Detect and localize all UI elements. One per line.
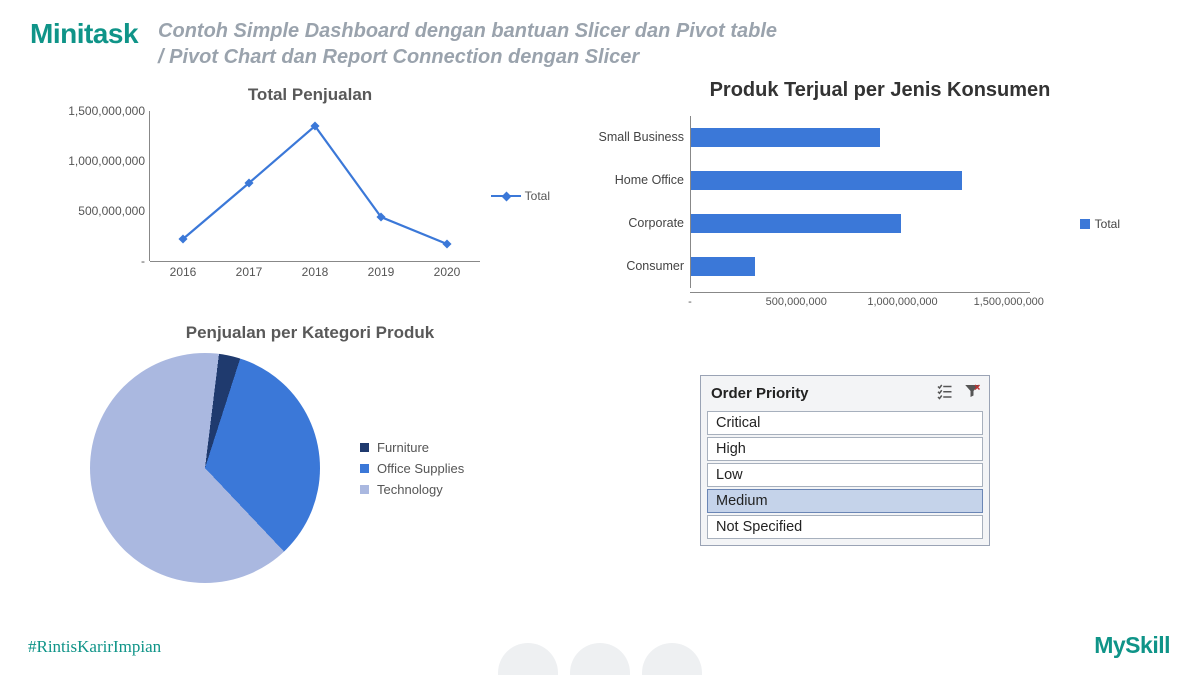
bar-xtick: 500,000,000 — [766, 296, 827, 308]
legend-label: Technology — [377, 482, 443, 497]
multiselect-icon[interactable] — [935, 382, 953, 405]
line-ytick: - — [45, 254, 145, 268]
line-xtick: 2020 — [414, 262, 480, 281]
bar-xtick: - — [688, 296, 692, 308]
pie-legend-item: Furniture — [360, 440, 464, 455]
footer-brand: MySkill — [1094, 632, 1170, 659]
pie-graphic — [90, 353, 320, 583]
slicer-item-not-specified[interactable]: Not Specified — [707, 515, 983, 539]
line-xtick: 2018 — [282, 262, 348, 281]
legend-swatch — [360, 443, 369, 452]
bar-segment — [691, 214, 901, 233]
line-chart-total-penjualan: Total Penjualan -500,000,0001,000,000,00… — [50, 85, 570, 305]
pie-legend-item: Technology — [360, 482, 464, 497]
legend-label: Furniture — [377, 440, 429, 455]
line-xtick: 2019 — [348, 262, 414, 281]
slicer-item-critical[interactable]: Critical — [707, 411, 983, 435]
brand-logo: Minitask — [30, 18, 138, 50]
bar-category-label: Home Office — [590, 159, 690, 202]
pie-chart-legend: Furniture Office Supplies Technology — [360, 434, 464, 503]
line-ytick: 1,500,000,000 — [45, 104, 145, 118]
pie-chart-title: Penjualan per Kategori Produk — [50, 323, 570, 343]
bar-xtick: 1,000,000,000 — [867, 296, 937, 308]
bar-segment — [691, 171, 962, 190]
hashtag: #RintisKarirImpian — [28, 637, 161, 657]
bar-category-label: Small Business — [590, 116, 690, 159]
legend-label: Office Supplies — [377, 461, 464, 476]
legend-swatch — [360, 464, 369, 473]
clear-filter-icon[interactable] — [963, 382, 981, 405]
bar-chart-title: Produk Terjual per Jenis Konsumen — [590, 79, 1170, 102]
bar-segment — [691, 257, 755, 276]
bar-chart-legend: Total — [1080, 217, 1120, 231]
line-chart-legend: Total — [491, 189, 550, 203]
page-subtitle: Contoh Simple Dashboard dengan bantuan S… — [158, 18, 778, 70]
bar-xtick: 1,500,000,000 — [974, 296, 1044, 308]
line-xtick: 2017 — [216, 262, 282, 281]
bar-chart-produk-terjual: Produk Terjual per Jenis Konsumen Small … — [590, 79, 1170, 339]
line-ytick: 500,000,000 — [45, 204, 145, 218]
footer-decoration — [498, 643, 702, 675]
pie-chart-kategori-produk: Penjualan per Kategori Produk Furniture O… — [50, 323, 570, 623]
legend-swatch — [360, 485, 369, 494]
slicer-item-medium[interactable]: Medium — [707, 489, 983, 513]
slicer-order-priority[interactable]: Order Priority Crit — [700, 375, 990, 546]
slicer-item-high[interactable]: High — [707, 437, 983, 461]
line-ytick: 1,000,000,000 — [45, 154, 145, 168]
slicer-title: Order Priority — [711, 385, 809, 402]
bar-category-label: Consumer — [590, 245, 690, 288]
line-chart-title: Total Penjualan — [50, 85, 570, 105]
pie-legend-item: Office Supplies — [360, 461, 464, 476]
bar-segment — [691, 128, 880, 147]
bar-category-label: Corporate — [590, 202, 690, 245]
line-xtick: 2016 — [150, 262, 216, 281]
slicer-item-low[interactable]: Low — [707, 463, 983, 487]
